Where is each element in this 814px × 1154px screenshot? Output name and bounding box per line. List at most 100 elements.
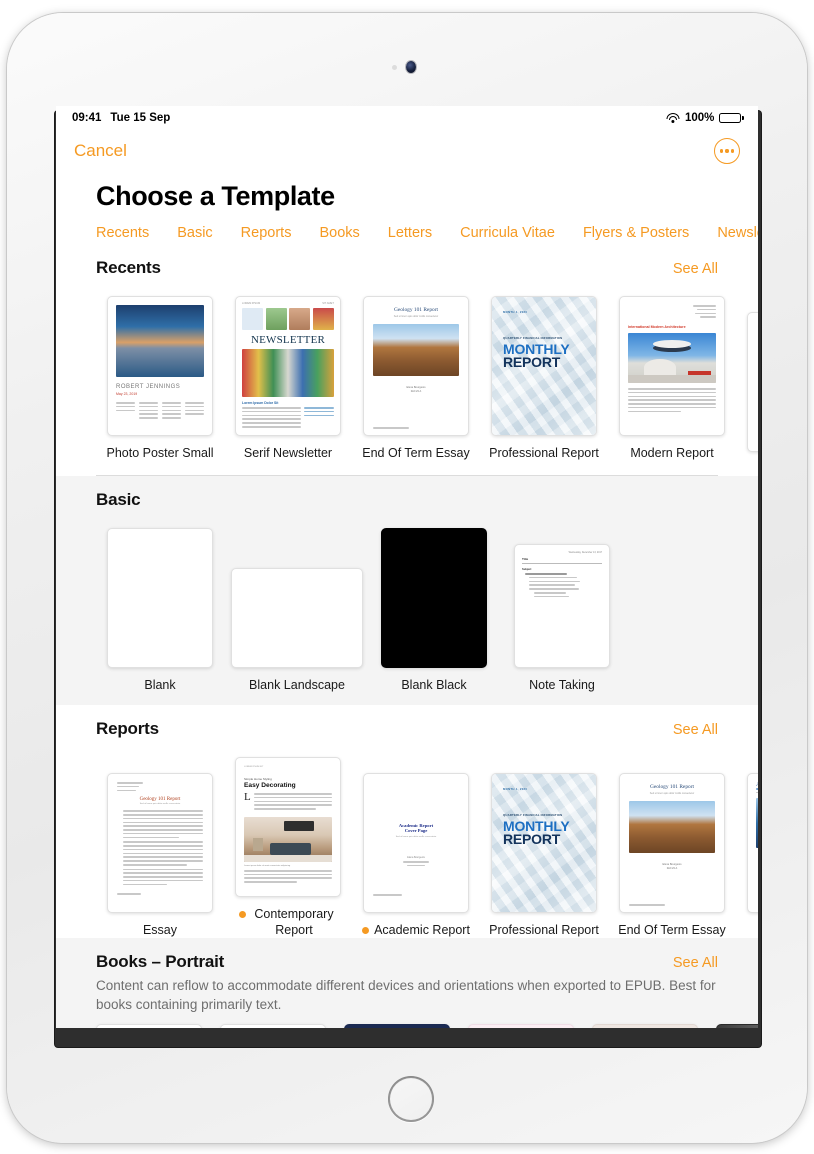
template-label-text: Photo Poster Small [106, 446, 214, 460]
template-label: Academic Report [362, 922, 470, 938]
thumb-text-name: ROBERT JENNINGS [116, 384, 181, 390]
template-card-blank[interactable]: Blank [96, 522, 224, 693]
section-header-reports: Reports See All [56, 705, 758, 739]
tab-newsletters[interactable]: Newsletters [717, 225, 758, 241]
template-label: Blank [144, 677, 175, 693]
tab-curricula-vitae[interactable]: Curricula Vitae [460, 225, 555, 241]
template-thumbnail: Geology 101 Report Sed ut lorem quis dol… [619, 773, 725, 913]
template-card-note-taking[interactable]: Wednesday, December 13, 2017 Title Subje… [498, 522, 626, 693]
template-thumbnail: MONTH 1, 2020 QUARTERLY FINANCIAL INFORM… [491, 773, 597, 913]
template-card-partial-2[interactable]: A S [736, 767, 758, 938]
book-template-card-5[interactable]: Memories [592, 1024, 698, 1028]
tab-flyers-posters[interactable]: Flyers & Posters [583, 225, 689, 241]
thumb-text-title2: REPORT [503, 831, 561, 847]
ellipsis-circle-icon[interactable] [714, 138, 740, 164]
template-label: Blank Landscape [249, 677, 345, 693]
template-card-blank-landscape[interactable]: Blank Landscape [224, 522, 370, 693]
book-template-card-3[interactable]: Ultra Summer [344, 1024, 450, 1028]
template-label: Professional Report [489, 922, 599, 938]
tab-recents[interactable]: Recents [96, 225, 149, 241]
status-time: 09:41 [72, 112, 102, 124]
template-row-basic: Blank Blank Landscape Blank Black Wednes… [56, 510, 758, 705]
thumb-text-subtitle: Sed ut lorem quis dolor mollis consectet… [649, 791, 695, 795]
section-header-recents: Recents See All [56, 244, 758, 278]
template-card-essay[interactable]: Geology 101 Report Sed ut lorem quis dol… [96, 767, 224, 938]
template-card-blank-black[interactable]: Blank Black [370, 522, 498, 693]
template-label: End Of Term Essay [362, 445, 469, 461]
template-label: Serif Newsletter [244, 445, 332, 461]
tab-reports[interactable]: Reports [241, 225, 292, 241]
template-card-photo-poster-small[interactable]: ROBERT JENNINGS May 23, 2019 Photo Poste… [96, 290, 224, 461]
thumb-text-course: Roll 23 A [410, 390, 422, 393]
template-thumbnail: MONTH 1, 2020 QUARTERLY FINANCIAL INFORM… [491, 296, 597, 436]
tab-basic[interactable]: Basic [177, 225, 212, 241]
section-title-basic: Basic [96, 490, 141, 509]
template-label-text: Note Taking [529, 678, 595, 692]
book-template-card-1[interactable] [96, 1024, 202, 1028]
tab-letters[interactable]: Letters [388, 225, 432, 241]
template-label: Note Taking [529, 677, 595, 693]
template-thumbnail: A [747, 773, 758, 913]
section-title-recents: Recents [96, 258, 161, 277]
section-header-basic: Basic [56, 476, 758, 510]
template-card-professional-report-2[interactable]: MONTH 1, 2020 QUARTERLY FINANCIAL INFORM… [480, 767, 608, 938]
see-all-books-portrait[interactable]: See All [673, 955, 718, 971]
thumbnail-wrap: LOREM IPSUM SIT AMET NEWSLETTER Lorem Ips… [235, 290, 341, 436]
battery-percent-label: 100% [684, 112, 715, 124]
template-card-partial[interactable] [736, 306, 758, 461]
thumb-text-author: Elena Bourgeois [662, 862, 682, 866]
thumb-text-title: Geology 101 Report [393, 307, 439, 313]
tab-books[interactable]: Books [319, 225, 359, 241]
home-button[interactable] [388, 1076, 434, 1122]
thumb-text-author: Elena Bourgeois [407, 856, 425, 859]
wifi-icon [666, 112, 680, 124]
status-bar: 09:41 Tue 15 Sep 100% [56, 106, 758, 130]
thumb-text-kicker: QUARTERLY FINANCIAL INFORMATION [503, 336, 563, 340]
battery-full-icon [719, 112, 744, 124]
template-browser-scroll[interactable]: Recents See All ROBERT JENNINGS May 23, … [56, 244, 758, 1028]
template-card-professional-report[interactable]: MONTH 1, 2020 QUARTERLY FINANCIAL INFORM… [480, 290, 608, 461]
thumbnail-wrap: Academic Report Cover Page Sed ut lorem … [363, 767, 469, 913]
template-card-contemporary-report[interactable]: LOREM IPSUM SIT Simple Home Styling Easy… [224, 751, 352, 938]
thumb-text-eyebrow: Simple Home Styling [244, 777, 272, 781]
template-thumbnail: Geology 101 Report Sed ut lorem quis dol… [363, 296, 469, 436]
section-books-portrait: Books – Portrait See All Content can ref… [56, 938, 758, 1028]
navigation-bar: Cancel [56, 130, 758, 172]
thumb-text-date: May 23, 2019 [116, 392, 138, 396]
book-template-card-6[interactable] [716, 1024, 758, 1028]
template-card-academic-report[interactable]: Academic Report Cover Page Sed ut lorem … [352, 767, 480, 938]
template-card-end-of-term-essay[interactable]: Geology 101 Report Sed ut lorem quis dol… [352, 290, 480, 461]
thumbnail-wrap: Wednesday, December 13, 2017 Title Subje… [514, 522, 610, 668]
see-all-reports[interactable]: See All [673, 722, 718, 738]
see-all-recents[interactable]: See All [673, 261, 718, 277]
book-template-card-2[interactable]: Lorem Ipsum [220, 1024, 326, 1028]
section-title-books-portrait: Books – Portrait [96, 952, 225, 971]
download-indicator-icon [362, 927, 370, 934]
section-title-reports: Reports [96, 719, 159, 738]
template-card-end-of-term-essay-2[interactable]: Geology 101 Report Sed ut lorem quis dol… [608, 767, 736, 938]
template-thumbnail: Academic Report Cover Page Sed ut lorem … [363, 773, 469, 913]
template-label: Essay [143, 922, 177, 938]
template-card-modern-report[interactable]: International Modern Architecture Modern… [608, 290, 736, 461]
thumbnail-wrap: ROBERT JENNINGS May 23, 2019 [107, 290, 213, 436]
template-card-serif-newsletter[interactable]: LOREM IPSUM SIT AMET NEWSLETTER Lorem Ips… [224, 290, 352, 461]
template-label-text: Serif Newsletter [243, 446, 333, 460]
thumb-text-masthead: NEWSLETTER [250, 334, 326, 346]
thumb-text-title2: REPORT [503, 354, 561, 370]
book-template-card-4[interactable]: Lorem Ipsum Dolor Sit [468, 1024, 574, 1028]
cancel-button[interactable]: Cancel [74, 141, 127, 161]
template-label: Photo Poster Small [107, 445, 214, 461]
status-date: Tue 15 Sep [110, 112, 171, 124]
thumbnail-wrap [107, 522, 213, 668]
template-thumbnail [107, 528, 213, 668]
template-row-recents: ROBERT JENNINGS May 23, 2019 Photo Poste… [56, 278, 758, 461]
template-label: Professional Report [489, 445, 599, 461]
thumb-text-eyebrow: MONTH 1, 2020 [503, 787, 528, 791]
template-thumbnail [231, 568, 363, 668]
thumbnail-wrap: Geology 101 Report Sed ut lorem quis dol… [107, 767, 213, 913]
category-tabs: Recents Basic Reports Books Letters Curr… [56, 212, 758, 241]
thumbnail-wrap [381, 522, 487, 668]
section-reports: Reports See All Geology 101 Report Sed u… [56, 705, 758, 938]
front-camera [406, 61, 416, 73]
thumb-text-headline: Lorem Ipsum Dolor Sit [242, 401, 279, 405]
